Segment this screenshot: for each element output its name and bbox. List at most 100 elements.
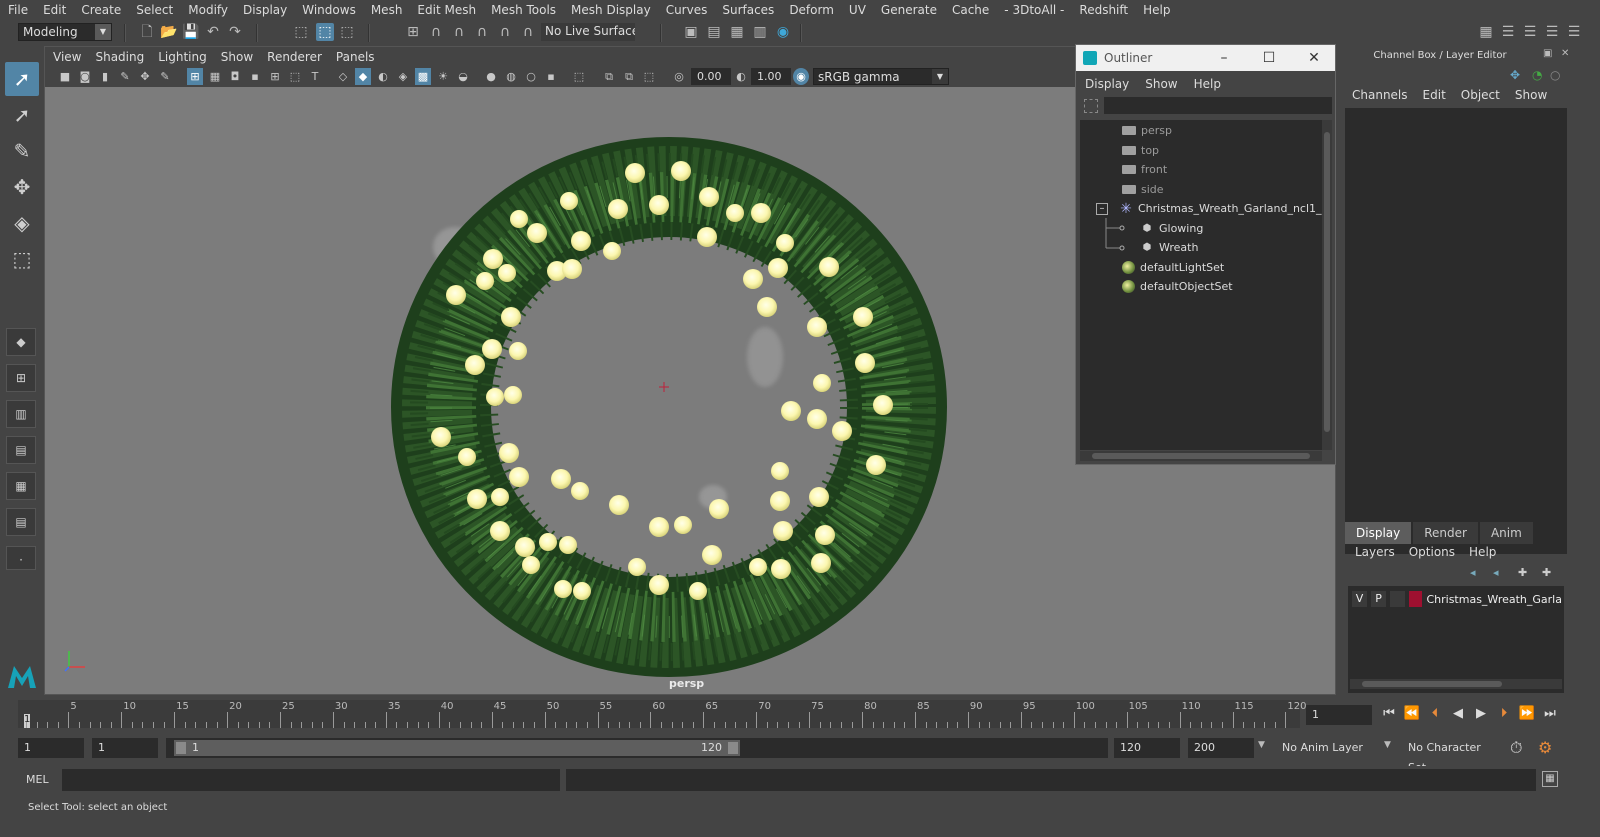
outliner-item-persp[interactable]: persp	[1122, 121, 1172, 140]
live-surface-field[interactable]: No Live Surface	[541, 23, 635, 41]
go-to-end-icon[interactable]: ⏭	[1541, 706, 1559, 722]
step-forward-key-icon[interactable]: ⏵	[1495, 706, 1513, 722]
script-language-label[interactable]: MEL	[26, 773, 49, 786]
grease-pencil-icon[interactable]: ✎	[157, 68, 173, 85]
tab-display[interactable]: Display	[1345, 522, 1412, 544]
menu-3dtoall[interactable]: - 3DtoAll -	[1004, 3, 1064, 17]
render-frame-icon[interactable]: ▤	[705, 23, 723, 41]
layer-playback-toggle[interactable]: P	[1371, 591, 1387, 607]
menu-edit[interactable]: Edit	[43, 3, 66, 17]
textured-icon[interactable]: ▩	[415, 68, 431, 85]
bookmark-icon[interactable]: ▮	[97, 68, 113, 85]
safe-action-icon[interactable]: ⬚	[287, 68, 303, 85]
menu-edit-mesh[interactable]: Edit Mesh	[417, 3, 476, 17]
outliner-item-wreath-group[interactable]: – ✳ Christmas_Wreath_Garland_ncl1_1	[1096, 199, 1329, 218]
ipr-render-icon[interactable]: ▦	[728, 23, 746, 41]
manipulator-icon[interactable]: ✥	[1510, 68, 1520, 82]
screen-space-ao-icon[interactable]: ●	[483, 68, 499, 85]
select-component-icon[interactable]: ⬚	[338, 23, 356, 41]
layer-menu-options[interactable]: Options	[1409, 545, 1455, 559]
snap-view-plane-icon[interactable]: ∩	[496, 23, 514, 41]
layer-display-type-toggle[interactable]	[1390, 591, 1406, 607]
outliner-item-glowing[interactable]: ⬢ Glowing	[1140, 219, 1204, 238]
cb-menu-show[interactable]: Show	[1515, 88, 1547, 102]
modeling-toolkit-icon[interactable]: ☰	[1499, 23, 1517, 41]
grid-icon[interactable]: ⊞	[187, 68, 203, 85]
lasso-tool-icon[interactable]: ➚	[5, 98, 39, 132]
motion-blur-icon[interactable]: ◍	[503, 68, 519, 85]
outliner-item-front[interactable]: front	[1122, 160, 1167, 179]
vp-menu-renderer[interactable]: Renderer	[267, 50, 322, 64]
vp-menu-lighting[interactable]: Lighting	[158, 50, 207, 64]
menu-mesh-tools[interactable]: Mesh Tools	[491, 3, 556, 17]
cb-menu-channels[interactable]: Channels	[1352, 88, 1408, 102]
2d-pan-zoom-icon[interactable]: ✥	[137, 68, 153, 85]
outliner-menu-show[interactable]: Show	[1145, 77, 1177, 91]
wireframe-on-shaded-icon[interactable]: ◈	[395, 68, 411, 85]
workspace-icon[interactable]: ▦	[1477, 23, 1495, 41]
vp-menu-view[interactable]: View	[53, 50, 81, 64]
color-space-dropdown[interactable]: sRGB gamma ▼	[813, 68, 949, 85]
xray-icon[interactable]: ⧉	[601, 68, 617, 85]
menu-help[interactable]: Help	[1143, 3, 1170, 17]
cb-menu-edit[interactable]: Edit	[1423, 88, 1446, 102]
maximize-icon[interactable]: ☐	[1259, 49, 1279, 67]
new-layer-icon[interactable]: ✚	[1518, 566, 1527, 579]
go-to-start-icon[interactable]: ⏮	[1380, 706, 1398, 722]
layer-menu-layers[interactable]: Layers	[1355, 545, 1395, 559]
vp-menu-show[interactable]: Show	[221, 50, 253, 64]
vp-menu-panels[interactable]: Panels	[336, 50, 375, 64]
safe-title-icon[interactable]: T	[307, 68, 323, 85]
outliner-titlebar[interactable]: Outliner – ☐ ✕	[1076, 45, 1335, 71]
tab-render[interactable]: Render	[1413, 522, 1478, 544]
layer-color-swatch[interactable]	[1409, 591, 1423, 607]
color-management-icon[interactable]: ◉	[793, 68, 809, 85]
menu-uv[interactable]: UV	[849, 3, 866, 17]
menu-create[interactable]: Create	[81, 3, 121, 17]
cb-menu-object[interactable]: Object	[1461, 88, 1500, 102]
outliner-item-defaultobjectset[interactable]: defaultObjectSet	[1122, 277, 1233, 296]
outliner-search-input[interactable]	[1104, 97, 1332, 114]
isolate-select-icon[interactable]: ⬚	[571, 68, 587, 85]
move-layer-down-icon[interactable]: ◂	[1493, 566, 1499, 579]
chevron-down-icon[interactable]: ▼	[1384, 740, 1391, 750]
outliner-menu-help[interactable]: Help	[1194, 77, 1221, 91]
step-back-key-icon[interactable]: ⏴	[1426, 706, 1444, 722]
time-slider-track[interactable]: 1 5 10 15 20 25 30 35 40 45 50 55 60 65 70 75 80 85 90 95 1…	[18, 700, 1307, 728]
exposure-icon[interactable]: ◎	[671, 68, 687, 85]
new-layer-selected-icon[interactable]: ✚	[1542, 566, 1551, 579]
mode-selector[interactable]: Modeling ▼	[18, 23, 112, 41]
image-plane-icon[interactable]: ✎	[117, 68, 133, 85]
outliner-item-top[interactable]: top	[1122, 141, 1159, 160]
animation-end-field[interactable]: 200	[1188, 738, 1254, 758]
resolution-gate-icon[interactable]: ◘	[227, 68, 243, 85]
outliner-horizontal-scrollbar[interactable]	[1080, 451, 1322, 461]
range-end-handle[interactable]	[728, 742, 738, 754]
hypershade-icon[interactable]: ◉	[774, 23, 792, 41]
gate-mask-icon[interactable]: ▪	[247, 68, 263, 85]
menu-mesh[interactable]: Mesh	[371, 3, 403, 17]
undo-icon[interactable]: ↶	[204, 23, 222, 41]
script-editor-icon[interactable]: ▦	[1542, 771, 1558, 787]
film-gate-icon[interactable]: ▦	[207, 68, 223, 85]
menu-generate[interactable]: Generate	[881, 3, 937, 17]
outliner-layout-icon[interactable]: ▦	[6, 472, 36, 500]
layer-row[interactable]: V P Christmas_Wreath_Garla	[1352, 590, 1562, 608]
close-icon[interactable]: ✕	[1304, 49, 1324, 67]
playback-start-field[interactable]: 1	[92, 738, 158, 758]
wireframe-icon[interactable]: ◇	[335, 68, 351, 85]
close-icon[interactable]: ✕	[1561, 48, 1575, 60]
make-live-icon[interactable]: ∩	[519, 23, 537, 41]
outliner-vertical-scrollbar[interactable]	[1322, 120, 1332, 450]
step-forward-icon[interactable]: ⏩	[1518, 706, 1536, 722]
scale-tool-icon[interactable]: ⬚	[5, 242, 39, 276]
four-pane-layout-icon[interactable]: ⊞	[6, 364, 36, 392]
anim-layer-dropdown[interactable]: No Anim Layer	[1276, 738, 1378, 758]
play-backwards-icon[interactable]: ◀	[1449, 706, 1467, 722]
float-panel-icon[interactable]: ▣	[1543, 48, 1557, 60]
range-slider-track[interactable]: 1 120	[166, 738, 1108, 758]
current-frame-field[interactable]: 1	[1306, 705, 1372, 725]
outliner-item-side[interactable]: side	[1122, 180, 1164, 199]
paint-select-tool-icon[interactable]: ✎	[5, 134, 39, 168]
select-object-icon[interactable]: ⬚	[316, 23, 334, 41]
